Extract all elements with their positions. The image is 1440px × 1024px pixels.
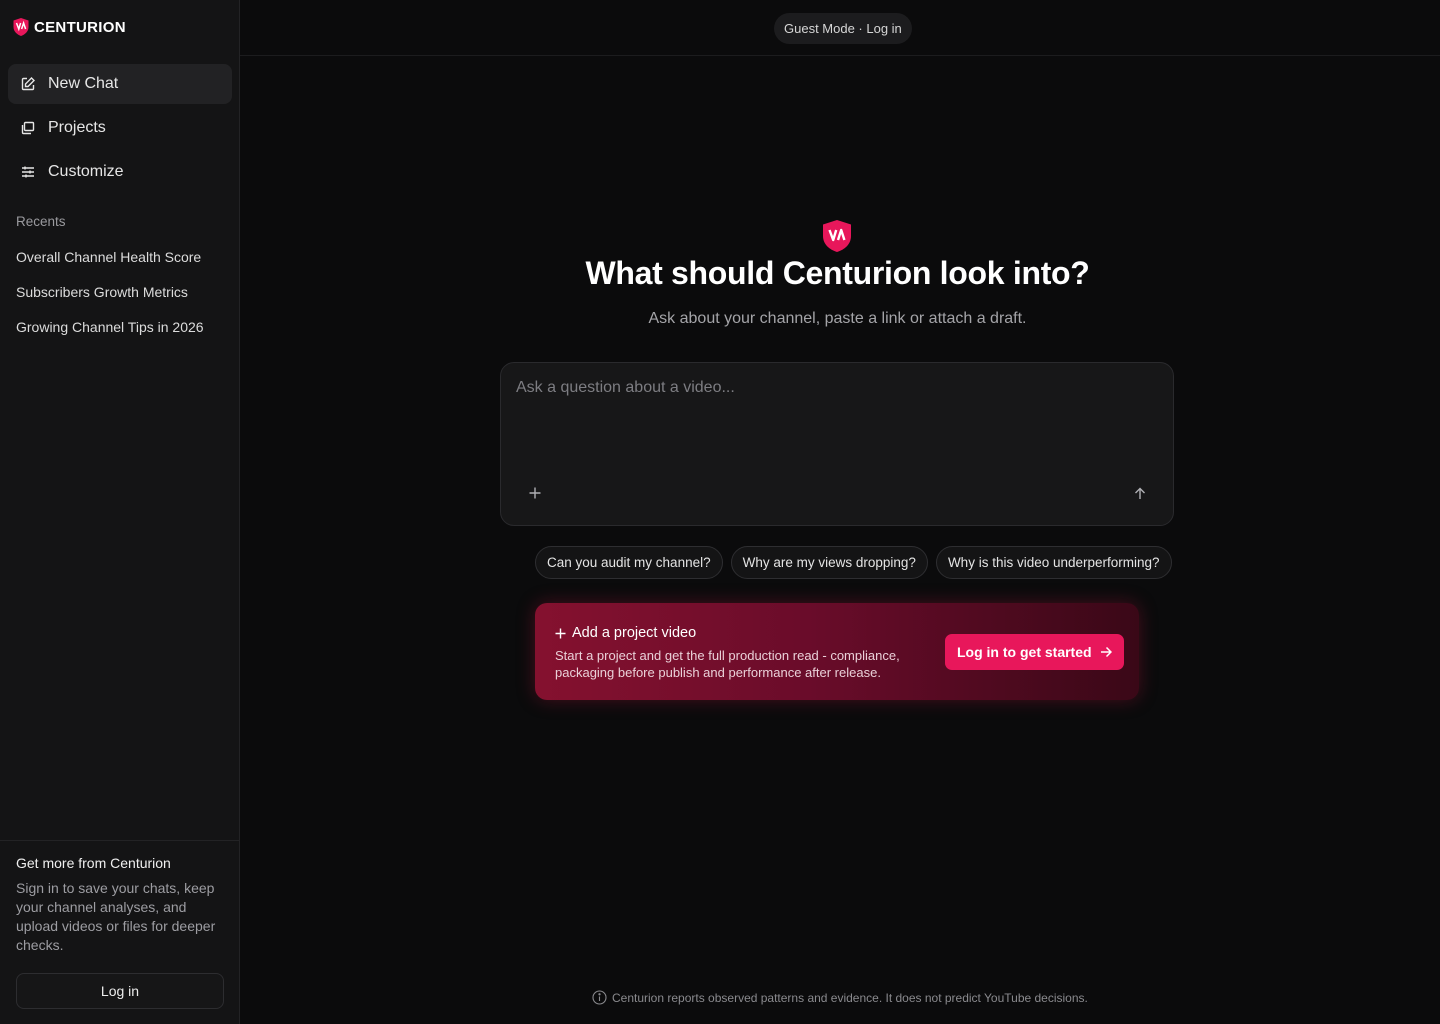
nav-new-chat-label: New Chat bbox=[48, 75, 119, 92]
projects-icon bbox=[21, 121, 35, 135]
signin-panel-text: Sign in to save your chats, keep your ch… bbox=[16, 880, 216, 953]
disclaimer-text: Centurion reports observed patterns and … bbox=[612, 990, 1088, 1005]
attach-button[interactable] bbox=[525, 483, 545, 503]
suggestion-chip[interactable]: Can you audit my channel? bbox=[535, 546, 723, 579]
plus-icon bbox=[529, 487, 541, 499]
suggestion-chip[interactable]: Why is this video underperforming? bbox=[935, 546, 1172, 579]
chat-composer bbox=[500, 362, 1174, 526]
recent-chat-item[interactable]: Subscribers Growth Metrics bbox=[16, 283, 204, 318]
info-icon bbox=[592, 990, 607, 1005]
nav-projects[interactable]: Projects bbox=[8, 108, 232, 148]
login-to-start-label: Log in to get started bbox=[957, 644, 1092, 660]
main-nav: New Chat Projects Customize bbox=[8, 64, 232, 196]
guest-mode-login-pill[interactable]: Guest Mode · Log in bbox=[774, 13, 912, 44]
recents-list: Overall Channel Health Score Subscribers… bbox=[16, 248, 204, 353]
disclaimer: Centurion reports observed patterns and … bbox=[592, 990, 1088, 1005]
centurion-logo-icon bbox=[823, 220, 851, 252]
signin-panel-title: Get more from Centurion bbox=[16, 855, 171, 871]
recents-heading: Recents bbox=[16, 214, 66, 229]
sliders-icon bbox=[22, 166, 34, 178]
chat-input[interactable] bbox=[516, 379, 1156, 459]
nav-new-chat[interactable]: New Chat bbox=[8, 64, 232, 104]
send-button[interactable] bbox=[1130, 483, 1150, 503]
recent-chat-item[interactable]: Growing Channel Tips in 2026 bbox=[16, 318, 204, 353]
brand[interactable]: CENTURION bbox=[12, 17, 126, 37]
login-to-start-button[interactable]: Log in to get started bbox=[945, 634, 1124, 670]
plus-icon bbox=[555, 628, 566, 638]
sidebar-signin-panel: Get more from Centurion Sign in to save … bbox=[0, 840, 239, 1024]
nav-projects-label: Projects bbox=[48, 119, 106, 136]
suggestion-chips: Can you audit my channel? Why are my vie… bbox=[535, 546, 1172, 579]
recent-chat-item[interactable]: Overall Channel Health Score bbox=[16, 248, 204, 283]
sidebar-login-button[interactable]: Log in bbox=[16, 973, 224, 1009]
promo-title-label: Add a project video bbox=[572, 625, 697, 641]
arrow-up-icon bbox=[1135, 487, 1145, 499]
centurion-logo-icon bbox=[13, 18, 29, 36]
project-promo-card: Add a project video Start a project and … bbox=[535, 603, 1139, 700]
edit-icon bbox=[21, 77, 35, 91]
sidebar: CENTURION New Chat Projects Customize Re… bbox=[0, 0, 240, 1024]
top-bar: Guest Mode · Log in bbox=[240, 0, 1440, 56]
suggestion-chip[interactable]: Why are my views dropping? bbox=[730, 546, 928, 579]
arrow-right-icon bbox=[1100, 646, 1112, 658]
page-title: What should Centurion look into? bbox=[585, 255, 1090, 291]
nav-customize[interactable]: Customize bbox=[8, 152, 232, 192]
brand-name: CENTURION bbox=[34, 18, 126, 36]
promo-title[interactable]: Add a project video bbox=[555, 625, 696, 641]
nav-customize-label: Customize bbox=[48, 163, 124, 180]
promo-description: Start a project and get the full product… bbox=[555, 648, 900, 680]
page-subtitle: Ask about your channel, paste a link or … bbox=[648, 310, 1027, 327]
